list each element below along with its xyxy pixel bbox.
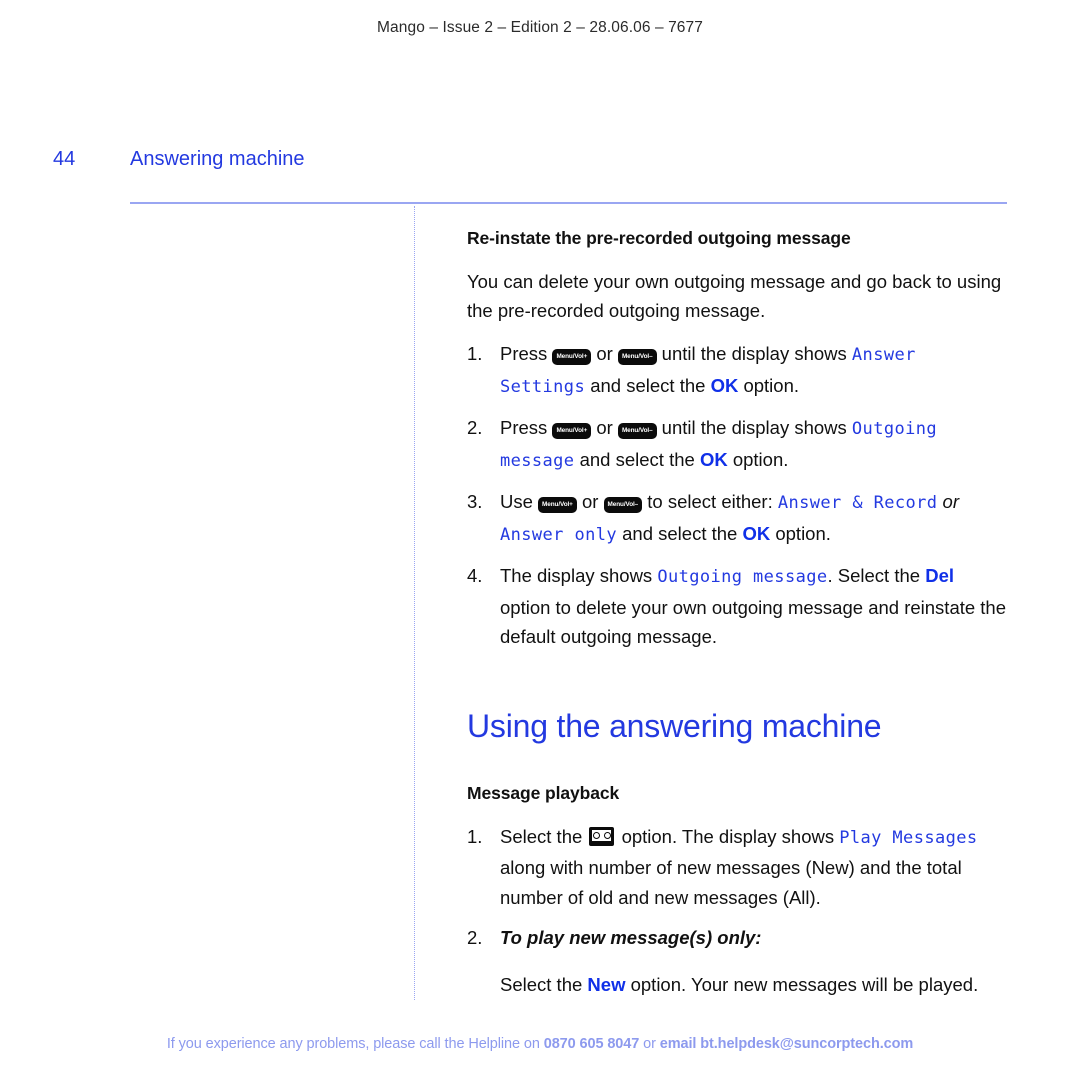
step-text-italic-lead: To play new message(s) only: xyxy=(500,927,762,948)
ok-option-label[interactable]: OK xyxy=(700,449,728,470)
page-number: 44 xyxy=(53,148,76,170)
instruction-text-pre: Select the xyxy=(500,973,583,995)
step-text-post-a: and select the xyxy=(590,374,706,396)
step-text-post-b: option. xyxy=(775,522,831,544)
step-number: 3. xyxy=(467,491,483,512)
step-item: 2. To play new message(s) only: xyxy=(467,923,1009,953)
step-item: 1. Press Menu/Vol+ or Menu/Vol– until the… xyxy=(467,339,1009,402)
lcd-display-text: Outgoing message xyxy=(657,567,828,587)
step-text-post: along with number of new messages (New) … xyxy=(500,857,962,908)
step-item: 2. Press Menu/Vol+ or Menu/Vol– until the… xyxy=(467,413,1009,476)
step-item: 3. Use Menu/Vol+ or Menu/Vol– to select e… xyxy=(467,487,1009,550)
step-number: 4. xyxy=(467,565,483,586)
running-header: Mango – Issue 2 – Edition 2 – 28.06.06 –… xyxy=(377,19,703,36)
step-text-conj: or xyxy=(596,417,613,438)
step-number: 1. xyxy=(467,343,483,364)
step-text-pre: Press xyxy=(500,417,548,438)
lcd-display-text: Play Messages xyxy=(839,827,978,848)
horizontal-divider xyxy=(130,202,1007,204)
step-text-pre: Press xyxy=(500,343,548,364)
menu-vol-down-key-icon[interactable]: Menu/Vol– xyxy=(617,349,657,365)
cassette-base-bar xyxy=(592,840,612,843)
step-text-or-italic: or xyxy=(942,491,959,512)
page-title-row: 44 Answering machine xyxy=(0,148,1080,182)
step-number: 2. xyxy=(467,417,483,438)
step-text-pre: Use xyxy=(500,491,533,512)
menu-vol-up-key-icon[interactable]: Menu/Vol+ xyxy=(552,423,592,439)
step-text-mid: until the display shows xyxy=(661,343,847,364)
step-text-conj: or xyxy=(596,343,613,364)
menu-vol-down-key-icon[interactable]: Menu/Vol– xyxy=(617,423,657,439)
playback-new-instruction: Select the New option. Your new messages… xyxy=(467,970,1009,1000)
step-text-post-a: and select the xyxy=(622,522,738,544)
steps-list-playback: 1. Select the option. The display shows P… xyxy=(467,822,1009,953)
vertical-dotted-divider xyxy=(414,206,415,1000)
section-heading-using-answering-machine: Using the answering machine xyxy=(467,707,882,744)
section-subheading-message-playback: Message playback xyxy=(467,782,620,803)
menu-vol-down-key-icon[interactable]: Menu/Vol– xyxy=(603,497,643,513)
del-option-label[interactable]: Del xyxy=(925,565,954,586)
lcd-display-text-answer-record: Answer & Record xyxy=(777,493,938,513)
page-footer: If you experience any problems, please c… xyxy=(0,1036,1080,1052)
menu-vol-up-key-icon[interactable]: Menu/Vol+ xyxy=(552,349,592,365)
new-option-label[interactable]: New xyxy=(587,974,625,995)
step-text-mid: until the display shows xyxy=(661,417,847,438)
cassette-tape-icon[interactable] xyxy=(589,826,615,846)
step-number: 2. xyxy=(467,927,483,948)
step-text-post: option to delete your own outgoing messa… xyxy=(500,596,1007,648)
step-item: 1. Select the option. The display shows P… xyxy=(467,822,1009,913)
section-subheading-reinstate: Re-instate the pre-recorded outgoing mes… xyxy=(467,228,851,248)
step-text-pre: Select the xyxy=(500,825,583,847)
step-number: 1. xyxy=(467,825,483,847)
step-text-conj: or xyxy=(581,491,599,512)
chapter-title: Answering machine xyxy=(130,148,305,170)
ok-option-label[interactable]: OK xyxy=(711,375,739,396)
footer-lead-text: If you experience any problems, please c… xyxy=(166,1036,544,1052)
step-text-post-a: and select the xyxy=(579,448,695,470)
step-text-mid: to select either: xyxy=(647,491,773,512)
lcd-display-text-answer-only: Answer only xyxy=(500,524,617,545)
intro-paragraph: You can delete your own outgoing message… xyxy=(467,271,1002,321)
step-item: 4. The display shows Outgoing message. Se… xyxy=(467,561,1009,652)
main-content-column: Re-instate the pre-recorded outgoing mes… xyxy=(467,228,1009,999)
step-text-mid: option. The display shows xyxy=(621,825,835,847)
steps-list-reinstate: 1. Press Menu/Vol+ or Menu/Vol– until the… xyxy=(467,339,1009,652)
step-text-pre: The display shows xyxy=(500,565,653,586)
step-text-post-b: option. xyxy=(743,374,800,396)
ok-option-label[interactable]: OK xyxy=(742,523,770,544)
footer-phone-number: 0870 605 8047 xyxy=(543,1036,640,1052)
cassette-reel-right-icon xyxy=(603,831,611,839)
step-text-post-b: option. xyxy=(732,448,789,470)
menu-vol-up-key-icon[interactable]: Menu/Vol+ xyxy=(538,497,577,513)
footer-mid-text: or xyxy=(639,1036,660,1052)
instruction-text-post: option. Your new messages will be played… xyxy=(630,973,979,995)
cassette-reel-left-icon xyxy=(592,831,600,839)
footer-email-link[interactable]: email bt.helpdesk@suncorptech.com xyxy=(660,1036,913,1052)
step-text-mid: . Select the xyxy=(827,565,921,586)
